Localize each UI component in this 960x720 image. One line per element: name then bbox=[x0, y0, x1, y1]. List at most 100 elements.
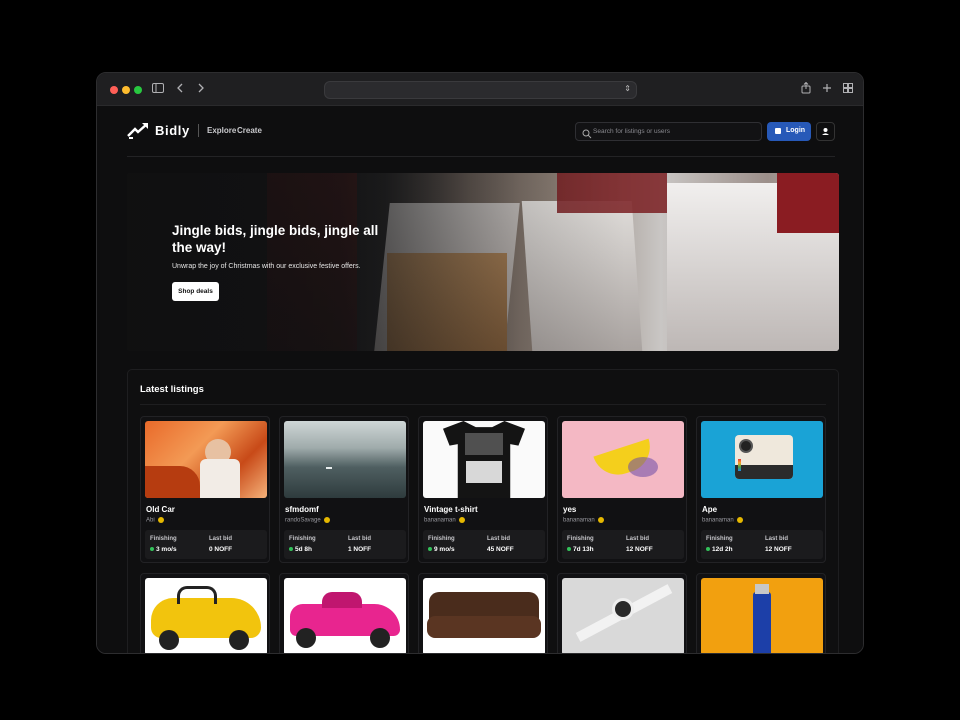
last-bid-label: Last bid bbox=[626, 536, 650, 542]
page-content: Bidly Explore Create Search for listings… bbox=[97, 107, 863, 653]
seller-name[interactable]: bananaman bbox=[424, 518, 456, 524]
listing-card[interactable]: Old Car Abi Finishing Last bid 3 mo/s 0 … bbox=[140, 416, 270, 563]
tab-overview-icon[interactable] bbox=[843, 82, 853, 96]
listing-seller[interactable]: bananaman bbox=[563, 517, 604, 524]
seller-name[interactable]: randoSavage bbox=[285, 518, 321, 524]
status-dot-icon bbox=[289, 547, 293, 552]
forward-icon[interactable] bbox=[197, 82, 205, 96]
listing-card[interactable]: sfmdomf randoSavage Finishing Last bid 5… bbox=[279, 416, 409, 563]
listing-card[interactable]: yes bananaman Finishing Last bid 7d 13h … bbox=[557, 416, 687, 563]
sea-image bbox=[284, 421, 406, 498]
close-window-button[interactable] bbox=[110, 86, 118, 94]
hero-overlay bbox=[127, 173, 839, 351]
status-dot-icon bbox=[567, 547, 571, 552]
login-label: Login bbox=[786, 127, 806, 134]
search-icon bbox=[582, 126, 592, 139]
wallet-icon bbox=[775, 128, 781, 134]
login-button[interactable]: Login bbox=[767, 122, 811, 141]
hero-banner: Jingle bids, jingle bids, jingle all the… bbox=[127, 173, 839, 351]
pink-toy-car-image bbox=[284, 578, 406, 653]
listing-title[interactable]: Vintage t-shirt bbox=[424, 505, 478, 514]
verified-badge-icon bbox=[597, 517, 604, 523]
logo-text[interactable]: Bidly bbox=[155, 123, 190, 138]
top-navbar: Bidly Explore Create Search for listings… bbox=[127, 107, 835, 157]
zoom-window-button[interactable] bbox=[134, 86, 142, 94]
search-placeholder: Search for listings or users bbox=[593, 128, 670, 135]
seller-name[interactable]: bananaman bbox=[563, 518, 595, 524]
verified-badge-icon bbox=[736, 517, 743, 523]
status-dot-icon bbox=[428, 547, 432, 552]
listing-stats: Finishing Last bid 7d 13h 12 NOFF bbox=[562, 530, 684, 559]
finishing-value: 7d 13h bbox=[567, 546, 594, 553]
hero-title: Jingle bids, jingle bids, jingle all the… bbox=[172, 223, 379, 255]
back-icon[interactable] bbox=[176, 82, 184, 96]
minimize-window-button[interactable] bbox=[122, 86, 130, 94]
last-bid-label: Last bid bbox=[348, 536, 372, 542]
listing-stats: Finishing Last bid 5d 8h 1 NOFF bbox=[284, 530, 406, 559]
section-divider bbox=[140, 404, 826, 405]
banana-image bbox=[562, 421, 684, 498]
finishing-value: 12d 2h bbox=[706, 546, 733, 553]
listing-seller[interactable]: bananaman bbox=[702, 517, 743, 524]
nav-explore-link[interactable]: Explore bbox=[207, 126, 236, 135]
seller-name[interactable]: Abi bbox=[146, 518, 155, 524]
verified-badge-icon bbox=[323, 517, 330, 523]
smartwatch-image bbox=[562, 578, 684, 653]
listing-card[interactable]: Vintage t-shirt bananaman Finishing Last… bbox=[418, 416, 548, 563]
finishing-value: 3 mo/s bbox=[150, 546, 177, 553]
listing-stats: Finishing Last bid 9 mo/s 45 NOFF bbox=[423, 530, 545, 559]
listing-title[interactable]: Ape bbox=[702, 505, 717, 514]
hero-subtitle: Unwrap the joy of Christmas with our exc… bbox=[172, 263, 361, 270]
lighter-image bbox=[701, 578, 823, 653]
listing-seller[interactable]: Abi bbox=[146, 517, 164, 524]
tshirt-image bbox=[423, 421, 545, 498]
share-icon[interactable] bbox=[801, 81, 811, 97]
finishing-value: 9 mo/s bbox=[428, 546, 455, 553]
listing-card[interactable]: Ape bananaman Finishing Last bid 12d 2h … bbox=[696, 416, 826, 563]
seller-name[interactable]: bananaman bbox=[702, 518, 734, 524]
browser-window: ⇕ Bidly Explore Create Search for listin… bbox=[96, 72, 864, 654]
listing-card[interactable] bbox=[140, 573, 270, 653]
finishing-label: Finishing bbox=[706, 536, 733, 542]
shop-deals-button[interactable]: Shop deals bbox=[172, 282, 219, 301]
search-input[interactable]: Search for listings or users bbox=[575, 122, 762, 141]
listing-seller[interactable]: bananaman bbox=[424, 517, 465, 524]
listing-stats: Finishing Last bid 3 mo/s 0 NOFF bbox=[145, 530, 267, 559]
last-bid-label: Last bid bbox=[209, 536, 233, 542]
yellow-toy-car-image bbox=[145, 578, 267, 653]
verified-badge-icon bbox=[458, 517, 465, 523]
url-stepper-icon: ⇕ bbox=[624, 84, 631, 93]
sidebar-icon[interactable] bbox=[152, 82, 164, 96]
latest-listings-panel: Latest listings Old Car Abi Finishing La… bbox=[127, 369, 839, 653]
listing-stats: Finishing Last bid 12d 2h 12 NOFF bbox=[701, 530, 823, 559]
verified-badge-icon bbox=[157, 517, 164, 523]
section-title: Latest listings bbox=[140, 384, 204, 395]
listing-card[interactable] bbox=[696, 573, 826, 653]
nav-create-link[interactable]: Create bbox=[237, 126, 262, 135]
listing-seller[interactable]: randoSavage bbox=[285, 517, 330, 524]
old-car-image bbox=[145, 421, 267, 498]
listing-card[interactable] bbox=[557, 573, 687, 653]
last-bid-label: Last bid bbox=[487, 536, 511, 542]
listing-title[interactable]: yes bbox=[563, 505, 576, 514]
bidly-logo-icon[interactable] bbox=[127, 122, 149, 140]
user-icon bbox=[822, 128, 829, 135]
listing-title[interactable]: Old Car bbox=[146, 505, 175, 514]
polaroid-camera-image bbox=[701, 421, 823, 498]
leather-sofa-image bbox=[423, 578, 545, 653]
listing-card[interactable] bbox=[418, 573, 548, 653]
last-bid-value: 12 NOFF bbox=[626, 546, 653, 553]
listing-card[interactable] bbox=[279, 573, 409, 653]
status-dot-icon bbox=[150, 547, 154, 552]
user-menu-button[interactable] bbox=[816, 122, 835, 141]
listing-title[interactable]: sfmdomf bbox=[285, 505, 319, 514]
last-bid-label: Last bid bbox=[765, 536, 789, 542]
last-bid-value: 1 NOFF bbox=[348, 546, 372, 553]
address-bar[interactable]: ⇕ bbox=[324, 81, 637, 99]
finishing-label: Finishing bbox=[150, 536, 177, 542]
last-bid-value: 45 NOFF bbox=[487, 546, 514, 553]
new-tab-icon[interactable] bbox=[822, 82, 832, 96]
nav-divider bbox=[198, 124, 199, 137]
browser-titlebar: ⇕ bbox=[97, 73, 863, 106]
finishing-label: Finishing bbox=[428, 536, 455, 542]
